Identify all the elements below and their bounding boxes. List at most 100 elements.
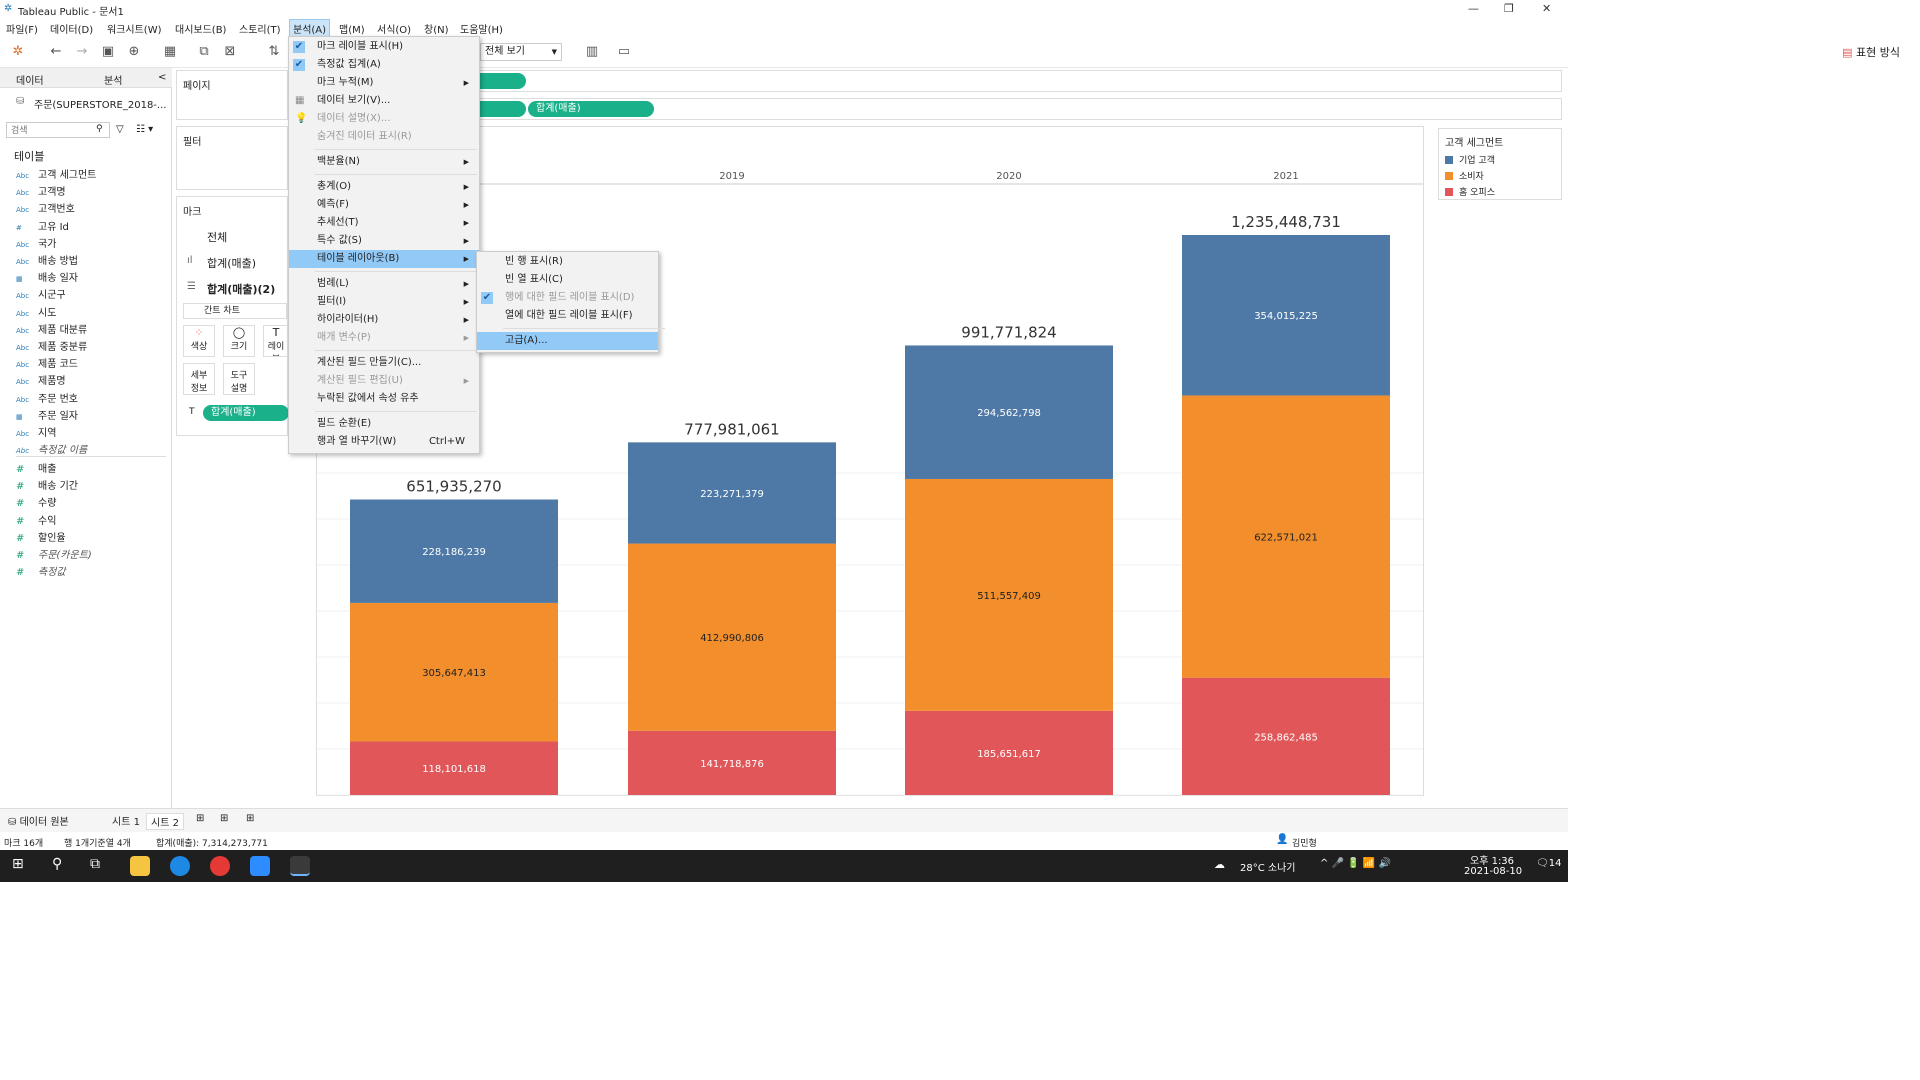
measure-item[interactable]: # 수량 (16, 494, 56, 510)
new-story-tab-icon[interactable]: ⊞ (246, 813, 254, 824)
menu-item[interactable]: 숨겨진 데이터 표시(R) (289, 128, 479, 146)
field-item[interactable]: # 고유 Id (16, 218, 69, 234)
undo-icon[interactable]: ← (48, 44, 64, 60)
clock-date[interactable]: 2021-08-10 (1464, 866, 1522, 877)
zoom-icon[interactable] (250, 856, 270, 876)
tableau-taskbar-icon[interactable] (290, 856, 310, 876)
minimize-button[interactable]: — (1468, 2, 1479, 15)
view-options-icon[interactable]: ☷ ▾ (136, 124, 153, 135)
menu-item[interactable]: 필터(I) ▶ (289, 293, 479, 311)
field-item[interactable]: Abc 시군구 (16, 286, 66, 302)
notification-icon[interactable]: 🗨14 (1536, 858, 1561, 869)
detail-button[interactable]: 세부 정보 (183, 363, 215, 395)
field-item[interactable]: Abc 고객 세그먼트 (16, 166, 96, 182)
menu-item[interactable]: ✔ 마크 레이블 표시(H) (289, 38, 479, 56)
rows-pill-1[interactable] (480, 101, 526, 117)
menu-item[interactable]: 하이라이터(H) ▶ (289, 311, 479, 329)
measure-item[interactable]: # 주문(카운트) (16, 546, 92, 562)
field-item[interactable]: Abc 주문 번호 (16, 390, 78, 406)
menu-file[interactable]: 파일(F) (6, 21, 38, 36)
new-dashboard-tab-icon[interactable]: ⊞ (220, 813, 228, 824)
sheet2-tab[interactable]: 시트 2 (146, 813, 184, 830)
menu-dashboard[interactable]: 대시보드(B) (175, 21, 226, 36)
save-icon[interactable]: ▣ (100, 44, 116, 60)
field-item[interactable]: Abc 고객명 (16, 183, 66, 199)
datasource-tab[interactable]: ⛁ 데이터 원본 (8, 813, 69, 828)
color-button[interactable]: ⁘ 색상 (183, 325, 215, 357)
field-item[interactable]: Abc 지역 (16, 424, 56, 440)
menu-item[interactable]: ✔ 행에 대한 필드 레이블 표시(D) (477, 289, 658, 307)
measure-item[interactable]: # 할인율 (16, 529, 66, 545)
weather[interactable]: 28°C 소나기 (1240, 859, 1296, 874)
clear-icon[interactable]: ⊠ (222, 44, 238, 60)
legend-item[interactable]: 기업 고객 (1445, 153, 1495, 166)
windows-start-icon[interactable]: ⊞ (12, 856, 24, 872)
menu-item[interactable]: 누락된 값에서 속성 유추 (289, 390, 479, 408)
field-item[interactable]: Abc 측정값 이름 (16, 441, 87, 457)
menu-item[interactable]: 테이블 레이아웃(B) ▶ (289, 250, 479, 268)
chrome-icon[interactable] (210, 856, 230, 876)
file-explorer-icon[interactable] (130, 856, 150, 876)
search-taskbar-icon[interactable]: ⚲ (52, 856, 62, 872)
menu-item[interactable]: 행과 열 바꾸기(W) Ctrl+W (289, 433, 479, 451)
filter-icon[interactable]: ▽ (116, 124, 124, 135)
user-name[interactable]: 김민형 (1292, 836, 1317, 849)
field-item[interactable]: Abc 제품 중분류 (16, 338, 87, 354)
menu-item[interactable]: 계산된 필드 편집(U) ▶ (289, 372, 479, 390)
search-input[interactable] (6, 122, 110, 138)
tab-analysis[interactable]: 분석 (104, 72, 122, 87)
task-view-icon[interactable]: ⧉ (90, 856, 100, 872)
maximize-button[interactable]: ❐ (1504, 2, 1514, 15)
measure-item[interactable]: # 측정값 (16, 563, 66, 579)
measure-item[interactable]: # 수익 (16, 512, 56, 528)
edge-icon[interactable] (170, 856, 190, 876)
menu-item[interactable]: 빈 열 표시(C) (477, 271, 658, 289)
field-item[interactable]: Abc 시도 (16, 304, 56, 320)
field-item[interactable]: Abc 국가 (16, 235, 56, 251)
duplicate-icon[interactable]: ⧉ (196, 44, 212, 60)
menu-item[interactable]: 범례(L) ▶ (289, 275, 479, 293)
columns-pill[interactable] (480, 73, 526, 89)
presentation-icon[interactable]: ▭ (616, 44, 632, 60)
menu-item[interactable]: 백분율(N) ▶ (289, 153, 479, 171)
new-sheet-icon[interactable]: ▦ (162, 44, 178, 60)
menu-item[interactable]: 추세선(T) ▶ (289, 214, 479, 232)
marks-measure-1[interactable]: 합계(매출) (207, 255, 256, 271)
menu-item[interactable]: 빈 행 표시(R) (477, 253, 658, 271)
menu-item[interactable]: 필드 순환(E) (289, 415, 479, 433)
rows-pill-2[interactable]: 합계(매출) (528, 101, 654, 117)
menu-item[interactable]: 총계(O) ▶ (289, 178, 479, 196)
close-button[interactable]: ✕ (1542, 2, 1551, 15)
redo-icon[interactable]: → (74, 44, 90, 60)
marks-measure-2[interactable]: 합계(매출)(2) (207, 281, 275, 297)
pages-card[interactable]: 페이지 (176, 70, 288, 120)
menu-item[interactable]: 매개 변수(P) ▶ (289, 329, 479, 347)
sheet1-tab[interactable]: 시트 1 (112, 813, 140, 828)
menu-help[interactable]: 도움말(H) (460, 21, 503, 36)
tooltip-button[interactable]: 도구 설명 (223, 363, 255, 395)
chart-icon[interactable]: ▥ (584, 44, 600, 60)
field-item[interactable]: ▦ 주문 일자 (16, 407, 78, 423)
show-me-button[interactable]: ▤ 표현 방식 (1842, 44, 1900, 60)
collapse-icon[interactable]: < (158, 72, 166, 83)
new-datasource-icon[interactable]: ⊕ (126, 44, 142, 60)
filters-card[interactable]: 필터 (176, 126, 288, 190)
field-item[interactable]: Abc 고객번호 (16, 200, 75, 216)
menu-map[interactable]: 맵(M) (339, 21, 365, 36)
menu-format[interactable]: 서식(O) (377, 21, 411, 36)
view-select[interactable]: 전체 보기 ▼ (480, 43, 562, 61)
tableau-icon[interactable]: ✲ (10, 44, 26, 60)
field-item[interactable]: Abc 제품 대분류 (16, 321, 87, 337)
tab-data[interactable]: 데이터 (16, 72, 44, 87)
label-pill[interactable]: 합계(매출) (203, 405, 289, 421)
measure-item[interactable]: # 배송 기간 (16, 477, 78, 493)
menu-item[interactable]: 고급(A)... (477, 332, 658, 350)
menu-item[interactable]: 특수 값(S) ▶ (289, 232, 479, 250)
swap-icon[interactable]: ⇅ (266, 44, 282, 60)
menu-item[interactable]: 계산된 필드 만들기(C)... (289, 354, 479, 372)
menu-item[interactable]: ▦ 데이터 보기(V)... (289, 92, 479, 110)
field-item[interactable]: ▦ 배송 일자 (16, 269, 78, 285)
menu-data[interactable]: 데이터(D) (50, 21, 93, 36)
legend-item[interactable]: 홈 오피스 (1445, 185, 1495, 198)
menu-item[interactable]: 열에 대한 필드 레이블 표시(F) (477, 307, 658, 325)
